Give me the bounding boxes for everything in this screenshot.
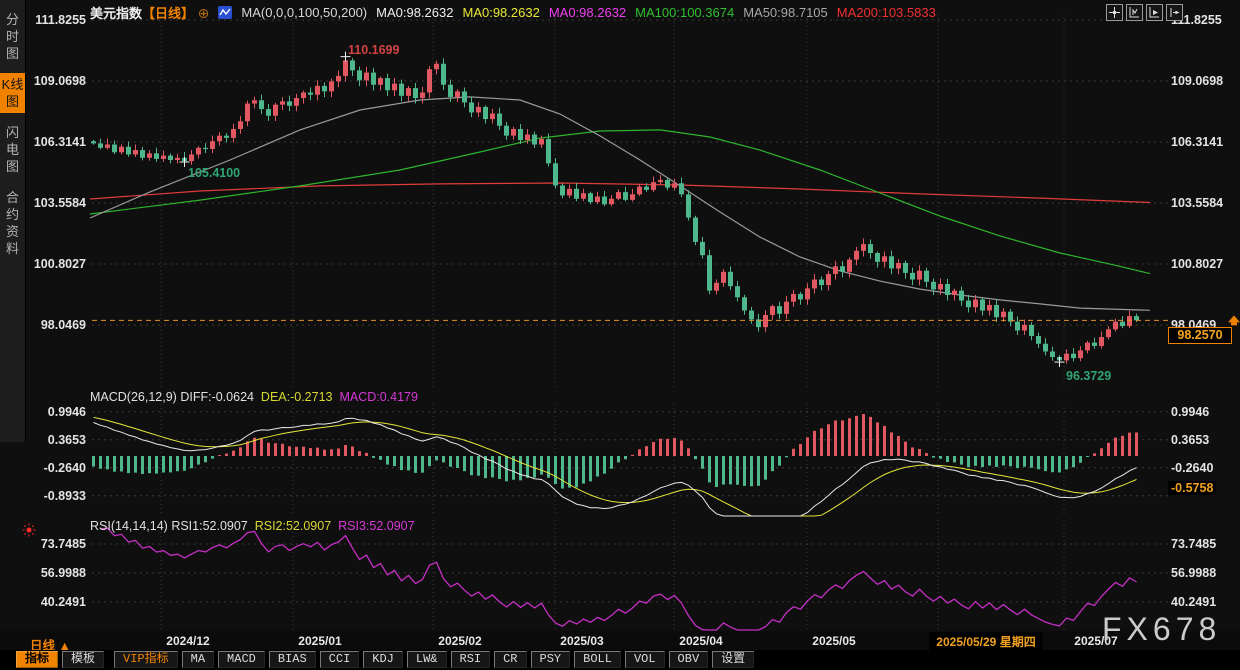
- date-label: 2025/05: [812, 634, 855, 648]
- tab-settings[interactable]: 设置: [712, 651, 754, 668]
- pullback-low-label: 105.4100: [188, 166, 240, 180]
- ma100-value: MA100:100.3674: [635, 5, 734, 20]
- macd-macd-value: MACD:0.4179: [339, 390, 418, 404]
- macd-axis-label: -0.2640: [30, 461, 86, 475]
- macd-axis-label: -0.2640: [1171, 461, 1213, 475]
- move-icon[interactable]: [1106, 4, 1123, 21]
- date-label: 2025/04: [679, 634, 722, 648]
- trading-app: { "header": { "symbol": "美元指数", "period_…: [0, 0, 1240, 670]
- rsi-title: RSI(14,14,14) RSI1:52.0907 RSI2:52.0907 …: [90, 519, 415, 533]
- price-axis-label: 106.3141: [1171, 135, 1223, 149]
- rsi-axis-label: 73.7485: [30, 537, 86, 551]
- current-price-badge: 98.2570: [1168, 327, 1232, 344]
- tab-ma[interactable]: MA: [182, 651, 214, 668]
- tab-indicator[interactable]: 指标: [16, 651, 58, 668]
- macd-current-badge: -0.5758: [1168, 481, 1216, 495]
- rsi-params: RSI(14,14,14): [90, 519, 168, 533]
- macd-axis-label: 0.9946: [30, 405, 86, 419]
- price-axis-label: 111.8255: [30, 13, 86, 27]
- period-tag: 【日线】: [142, 6, 194, 21]
- price-axis-label: 103.5584: [30, 196, 86, 210]
- sidebar-item-lightning[interactable]: 闪电图: [0, 121, 25, 178]
- pan-reset-icon[interactable]: [1166, 4, 1183, 21]
- macd-axis-label: 0.3653: [30, 433, 86, 447]
- tab-cr[interactable]: CR: [494, 651, 526, 668]
- tab-obv[interactable]: OBV: [669, 651, 709, 668]
- axis-scale-icon[interactable]: [1126, 4, 1143, 21]
- rsi-axis-label: 73.7485: [1171, 537, 1216, 551]
- sidebar: 分时图 K线图 闪电图 合约资料: [0, 0, 26, 442]
- axis-play-icon[interactable]: [1146, 4, 1163, 21]
- price-axis-label: 109.0698: [1171, 74, 1223, 88]
- rsi-axis-label: 40.2491: [1171, 595, 1216, 609]
- price-axis-label: 98.0469: [30, 318, 86, 332]
- macd-params: MACD(26,12,9): [90, 390, 177, 404]
- chart-toolbar: [1106, 4, 1183, 21]
- macd-axis-label: 0.9946: [1171, 405, 1209, 419]
- high-price-label: 110.1699: [348, 43, 399, 57]
- tab-template[interactable]: 模板: [62, 651, 104, 668]
- tab-bias[interactable]: BIAS: [269, 651, 316, 668]
- rsi2-value: RSI2:52.0907: [255, 519, 331, 533]
- tab-lwr[interactable]: LW&: [407, 651, 447, 668]
- tab-psy[interactable]: PSY: [531, 651, 571, 668]
- macd-diff-value: DIFF:-0.0624: [180, 390, 254, 404]
- tab-rsi[interactable]: RSI: [451, 651, 491, 668]
- sidebar-item-kline[interactable]: K线图: [0, 73, 25, 113]
- symbol-name: 美元指数: [90, 6, 142, 21]
- date-label: 2025/02: [438, 634, 481, 648]
- price-axis-label: 100.8027: [30, 257, 86, 271]
- date-highlight-badge: 2025/05/29 星期四: [929, 632, 1042, 651]
- ma0c-value: MA0:98.2632: [549, 5, 626, 20]
- macd-axis-label: -0.8933: [30, 489, 86, 503]
- add-indicator-icon[interactable]: ⊕: [198, 5, 210, 21]
- date-label: 2025/07: [1074, 634, 1117, 648]
- ma0b-value: MA0:98.2632: [462, 5, 539, 20]
- rsi-axis-label: 56.9988: [30, 566, 86, 580]
- rsi1-value: RSI1:52.0907: [171, 519, 247, 533]
- tab-boll[interactable]: BOLL: [574, 651, 621, 668]
- date-label: 2025/03: [560, 634, 603, 648]
- chart-canvas[interactable]: [0, 0, 1240, 670]
- tab-vip-indicator[interactable]: VIP指标: [114, 651, 178, 668]
- macd-dea-value: DEA:-0.2713: [261, 390, 333, 404]
- sidebar-item-contract-info[interactable]: 合约资料: [0, 186, 25, 260]
- chart-header: 美元指数【日线】 ⊕ MA(0,0,0,100,50,200) MA0:98.2…: [90, 3, 936, 22]
- date-label: 2024/12: [166, 634, 209, 648]
- price-axis-label: 103.5584: [1171, 196, 1223, 210]
- date-label: 2025/01: [298, 634, 341, 648]
- ma0-value: MA0:98.2632: [376, 5, 453, 20]
- rsi-axis-label: 40.2491: [30, 595, 86, 609]
- rsi3-value: RSI3:52.0907: [338, 519, 414, 533]
- macd-axis-label: 0.3653: [1171, 433, 1209, 447]
- sidebar-item-timeshare[interactable]: 分时图: [0, 8, 25, 65]
- tab-kdj[interactable]: KDJ: [363, 651, 403, 668]
- price-axis-label: 100.8027: [1171, 257, 1223, 271]
- macd-title: MACD(26,12,9) DIFF:-0.0624 DEA:-0.2713 M…: [90, 390, 418, 404]
- low-price-label: 96.3729: [1066, 369, 1111, 383]
- tab-macd[interactable]: MACD: [218, 651, 265, 668]
- price-axis-label: 109.0698: [30, 74, 86, 88]
- ma-settings-label[interactable]: MA(0,0,0,100,50,200): [241, 5, 367, 20]
- chart-style-icon[interactable]: [218, 6, 232, 19]
- tab-cci[interactable]: CCI: [320, 651, 360, 668]
- ma50-value: MA50:98.7105: [743, 5, 828, 20]
- tab-vol[interactable]: VOL: [625, 651, 665, 668]
- ma200-value: MA200:103.5833: [837, 5, 936, 20]
- price-axis-label: 106.3141: [30, 135, 86, 149]
- rsi-axis-label: 56.9988: [1171, 566, 1216, 580]
